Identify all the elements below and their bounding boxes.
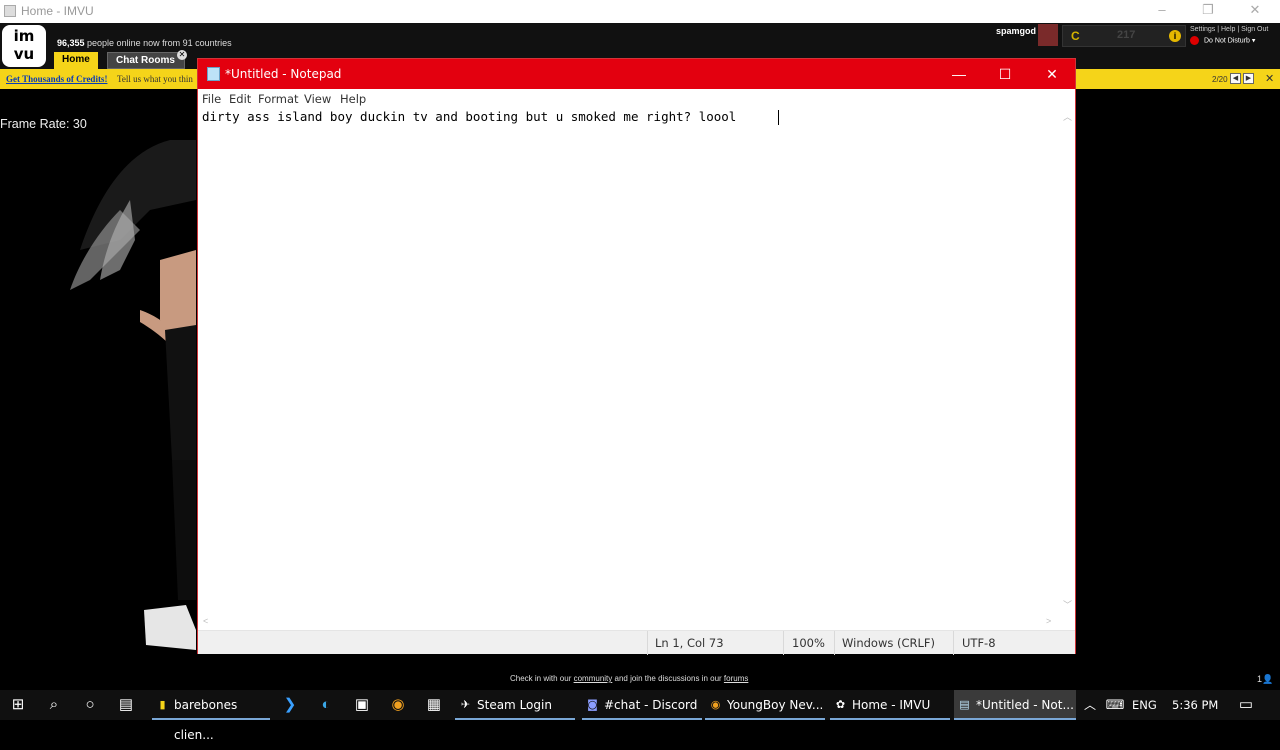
imvu-window-icon [4,5,16,17]
imvu-logo[interactable]: im vu [2,25,46,67]
restore-icon[interactable]: ❐ [1193,2,1223,18]
notepad-text-area[interactable]: dirty ass island boy duckin tv and booti… [202,109,744,124]
close-icon[interactable]: ✕ [1240,2,1270,18]
task-view-icon[interactable]: ▤ [108,690,144,720]
online-status-text: 96,355 people online now from 91 countri… [57,38,232,48]
chrome-icon: ◉ [710,698,721,711]
banner-next-icon[interactable]: ▶ [1243,73,1254,84]
imvu-window-title: Home - IMVU [21,4,94,18]
folder-icon: ▮ [159,698,166,711]
notepad-icon: ▤ [959,698,970,711]
banner-prev-icon[interactable]: ◀ [1230,73,1241,84]
credits-count: 217 [1117,29,1136,41]
taskbar-app-label: *Untitled - Not... [976,698,1074,712]
notepad-titlebar[interactable]: *Untitled - Notepad — ☐ ✕ [198,59,1075,89]
horizontal-scrollbar[interactable]: < > [198,614,1059,630]
footer-prefix: Check in with our [510,674,574,683]
language-indicator[interactable]: ENG [1132,698,1157,712]
taskbar-app-imvu[interactable]: ✿ Home - IMVU [830,690,950,720]
taskbar-app-label: Home - IMVU [852,698,931,712]
users-icon[interactable]: 1👤 [1257,674,1273,685]
search-icon[interactable]: ⌕ [36,690,72,720]
status-label: Do Not Disturb ▾ [1204,37,1256,45]
imvu-titlebar: Home - IMVU – ❐ ✕ [0,0,1280,23]
menu-view[interactable]: View [304,92,331,106]
notepad-maximize-icon[interactable]: ☐ [982,59,1028,89]
taskbar-app-label: YoungBoy Nev... [727,698,824,712]
notepad-icon [207,67,220,81]
menu-help[interactable]: Help [340,92,366,106]
banner-link[interactable]: Get Thousands of Credits! [6,74,107,84]
taskbar-app-label: #chat - Discord [604,698,698,712]
taskbar-app-discord[interactable]: ◙ #chat - Discord [582,690,702,720]
community-link[interactable]: community [574,674,613,683]
online-count: 96,355 [57,38,85,48]
scroll-down-icon[interactable]: ﹀ [1063,598,1072,611]
avatar[interactable] [1038,24,1058,46]
vscode-icon[interactable]: ❯ [272,690,308,720]
cortana-icon[interactable]: ○ [72,690,108,720]
zoom-level: 100% [792,636,825,650]
menu-edit[interactable]: Edit [229,92,251,106]
network-icon[interactable]: ⌨ [1097,690,1133,720]
notifications-icon[interactable]: ▭ [1228,690,1264,720]
taskbar-app-explorer[interactable]: ▮ barebones clien... [152,690,270,742]
banner-counter: 2/20 [1212,75,1228,84]
taskbar: ⊞ ⌕ ○ ▤ ▮ barebones clien... ❯ ◐ ▣ ◉ ▦ ✈ S… [0,690,1280,742]
credits-icon: C [1071,29,1080,43]
menu-file[interactable]: File [202,92,221,106]
username[interactable]: spamgod [996,26,1036,36]
notepad-statusbar: Ln 1, Col 73 100% Windows (CRLF) UTF-8 [198,630,1075,655]
tab-close-icon[interactable]: ✕ [177,50,187,60]
notepad-menubar: File Edit Format View Help [198,89,1075,108]
notepad-minimize-icon[interactable]: — [936,59,982,89]
banner-text: Tell us what you thin [117,74,193,84]
do-not-disturb-icon [1190,36,1199,45]
avatar-3d-figure [70,140,196,650]
footer-mid: and join the discussions in our [612,674,724,683]
taskbar-app-label: Steam Login [477,698,552,712]
status-selector[interactable]: Do Not Disturb ▾ [1190,36,1255,45]
scroll-up-icon[interactable]: ︿ [1063,110,1072,123]
forums-link[interactable]: forums [724,674,748,683]
clock[interactable]: 5:36 PM [1172,698,1218,712]
vertical-scrollbar[interactable]: ︿ ﹀ [1059,108,1075,615]
app-icon[interactable]: ▦ [416,690,452,720]
notepad-close-icon[interactable]: ✕ [1029,59,1075,89]
tab-chat-rooms[interactable]: Chat Rooms [107,52,185,69]
online-suffix: people online now from 91 countries [84,38,232,48]
taskbar-app-chrome[interactable]: ◉ YoungBoy Nev... [705,690,825,720]
banner-close-icon[interactable]: ✕ [1265,72,1274,85]
frame-rate: Frame Rate: 30 [0,117,87,131]
taskbar-app-label: barebones clien... [174,698,238,742]
text-cursor [778,110,779,125]
top-links[interactable]: Settings | Help | Sign Out [1190,26,1268,33]
community-footer: Check in with our community and join the… [510,674,748,683]
notepad-title: *Untitled - Notepad [225,67,342,81]
notepad-window: *Untitled - Notepad — ☐ ✕ File Edit Form… [197,58,1076,655]
windows-start-icon[interactable]: ⊞ [0,690,36,720]
scroll-left-icon[interactable]: < [203,616,208,626]
steam-icon: ✈ [460,698,471,711]
edge-icon[interactable]: ◐ [308,690,344,720]
line-endings: Windows (CRLF) [842,636,936,650]
tab-home[interactable]: Home [54,52,98,69]
encoding: UTF-8 [962,636,996,650]
minimize-icon[interactable]: – [1147,2,1177,17]
store-icon[interactable]: ▣ [344,690,380,720]
cursor-position: Ln 1, Col 73 [655,636,724,650]
info-icon[interactable]: i [1169,30,1181,42]
taskbar-app-notepad[interactable]: ▤ *Untitled - Not... [954,690,1076,720]
taskbar-app-steam[interactable]: ✈ Steam Login [455,690,575,720]
credits-box[interactable]: C 217 i [1062,25,1186,47]
chrome-icon-pinned[interactable]: ◉ [380,690,416,720]
discord-icon: ◙ [587,698,598,711]
imvu-icon: ✿ [835,698,846,711]
menu-format[interactable]: Format [258,92,299,106]
scroll-right-icon[interactable]: > [1046,616,1051,626]
